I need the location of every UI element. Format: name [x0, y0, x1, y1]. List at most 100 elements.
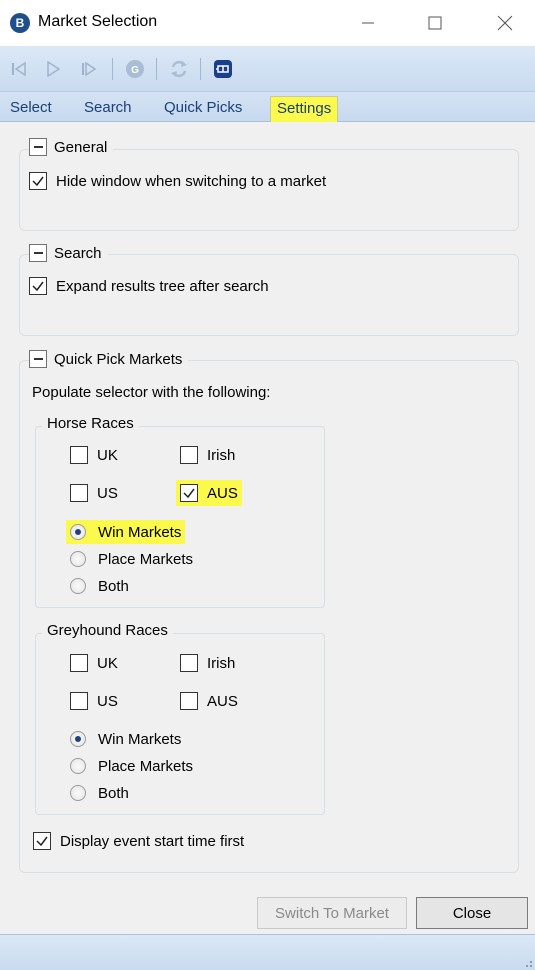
settings-panel: General Hide window when switching to a … [0, 122, 535, 934]
horse-place-radio[interactable] [70, 551, 86, 567]
go-icon: G [126, 60, 144, 78]
horse-irish-checkbox[interactable] [180, 446, 198, 464]
tab-quick-picks[interactable]: Quick Picks [164, 98, 242, 120]
refresh-button[interactable] [168, 58, 190, 80]
refresh-icon [171, 60, 187, 78]
greyhound-uk-row[interactable]: UK [70, 652, 118, 674]
general-heading: General [54, 138, 108, 156]
greyhound-both-row[interactable]: Both [70, 782, 129, 804]
horse-win-label: Win Markets [98, 523, 182, 541]
quick-pick-group-header: Quick Pick Markets [29, 348, 189, 370]
greyhound-place-label: Place Markets [98, 757, 194, 775]
greyhound-place-radio[interactable] [70, 758, 86, 774]
horse-both-label: Both [98, 577, 129, 595]
horse-uk-row[interactable]: UK [70, 444, 118, 466]
maximize-button[interactable] [412, 0, 458, 46]
tab-settings[interactable]: Settings [270, 96, 339, 122]
check-icon [183, 488, 195, 499]
horse-aus-row[interactable]: AUS [176, 480, 242, 506]
greyhound-both-radio[interactable] [70, 785, 86, 801]
greyhound-aus-label: AUS [207, 692, 238, 710]
display-start-time-row[interactable]: Display event start time first [33, 830, 244, 852]
collapse-quick-pick-button[interactable] [29, 350, 47, 368]
horse-aus-label: AUS [207, 484, 238, 502]
horse-us-row[interactable]: US [70, 482, 118, 504]
toolbar-separator [156, 58, 157, 80]
expand-tree-checkbox[interactable] [29, 277, 47, 295]
horse-us-checkbox[interactable] [70, 484, 88, 502]
svg-text:G: G [131, 65, 139, 76]
check-icon [32, 176, 44, 187]
close-icon [497, 15, 513, 31]
minimize-button[interactable] [345, 0, 391, 46]
app-logo-icon: B [10, 13, 30, 33]
go-button[interactable]: G [124, 58, 146, 80]
pin-button[interactable] [212, 58, 234, 80]
skip-back-icon [12, 61, 26, 77]
title-bar: B Market Selection [0, 0, 535, 46]
toolbar-separator [200, 58, 201, 80]
greyhound-aus-checkbox[interactable] [180, 692, 198, 710]
close-button[interactable]: Close [416, 897, 528, 929]
minimize-icon [362, 22, 374, 24]
greyhound-uk-label: UK [97, 654, 118, 672]
collapse-icon [33, 358, 43, 360]
search-heading: Search [54, 244, 102, 262]
greyhound-irish-row[interactable]: Irish [180, 652, 235, 674]
horse-aus-checkbox[interactable] [180, 484, 198, 502]
skip-back-button[interactable] [8, 58, 30, 80]
pin-icon [214, 60, 232, 78]
populate-description: Populate selector with the following: [32, 384, 271, 401]
horse-place-row[interactable]: Place Markets [70, 548, 193, 570]
tab-select[interactable]: Select [10, 98, 52, 120]
horse-win-row[interactable]: Win Markets [66, 520, 186, 544]
greyhound-uk-checkbox[interactable] [70, 654, 88, 672]
greyhound-us-row[interactable]: US [70, 690, 118, 712]
resize-grip-icon[interactable] [523, 958, 533, 968]
maximize-icon [428, 16, 442, 30]
horse-both-row[interactable]: Both [70, 575, 129, 597]
horse-irish-row[interactable]: Irish [180, 444, 235, 466]
horse-both-radio[interactable] [70, 578, 86, 594]
horse-races-heading: Horse Races [42, 414, 139, 434]
general-group-header: General [29, 136, 114, 158]
search-group-header: Search [29, 242, 108, 264]
tab-search[interactable]: Search [84, 98, 132, 120]
expand-tree-label: Expand results tree after search [56, 277, 269, 295]
greyhound-both-label: Both [98, 784, 129, 802]
horse-uk-label: UK [97, 446, 118, 464]
horse-win-radio[interactable] [70, 524, 86, 540]
hide-window-checkbox-row[interactable]: Hide window when switching to a market [29, 170, 326, 192]
horse-irish-label: Irish [207, 446, 236, 464]
greyhound-win-label: Win Markets [98, 730, 182, 748]
greyhound-us-label: US [97, 692, 118, 710]
skip-forward-button[interactable] [78, 58, 100, 80]
greyhound-aus-row[interactable]: AUS [180, 690, 238, 712]
collapse-general-button[interactable] [29, 138, 47, 156]
close-window-button[interactable] [482, 0, 528, 46]
greyhound-win-row[interactable]: Win Markets [70, 728, 181, 750]
display-start-time-label: Display event start time first [60, 832, 245, 850]
toolbar-separator [112, 58, 113, 80]
horse-uk-checkbox[interactable] [70, 446, 88, 464]
quick-pick-heading: Quick Pick Markets [54, 350, 183, 368]
expand-tree-checkbox-row[interactable]: Expand results tree after search [29, 275, 269, 297]
greyhound-races-heading: Greyhound Races [42, 621, 173, 641]
play-button[interactable] [42, 58, 64, 80]
display-start-time-checkbox[interactable] [33, 832, 51, 850]
play-icon [47, 61, 61, 77]
collapse-icon [33, 252, 43, 254]
switch-to-market-button[interactable]: Switch To Market [257, 897, 407, 929]
window-title: Market Selection [38, 13, 158, 30]
hide-window-label: Hide window when switching to a market [56, 172, 327, 190]
check-icon [36, 836, 48, 847]
horse-us-label: US [97, 484, 118, 502]
greyhound-win-radio[interactable] [70, 731, 86, 747]
collapse-search-button[interactable] [29, 244, 47, 262]
check-icon [32, 281, 44, 292]
skip-forward-icon [82, 61, 97, 77]
greyhound-irish-checkbox[interactable] [180, 654, 198, 672]
greyhound-place-row[interactable]: Place Markets [70, 755, 193, 777]
hide-window-checkbox[interactable] [29, 172, 47, 190]
greyhound-us-checkbox[interactable] [70, 692, 88, 710]
